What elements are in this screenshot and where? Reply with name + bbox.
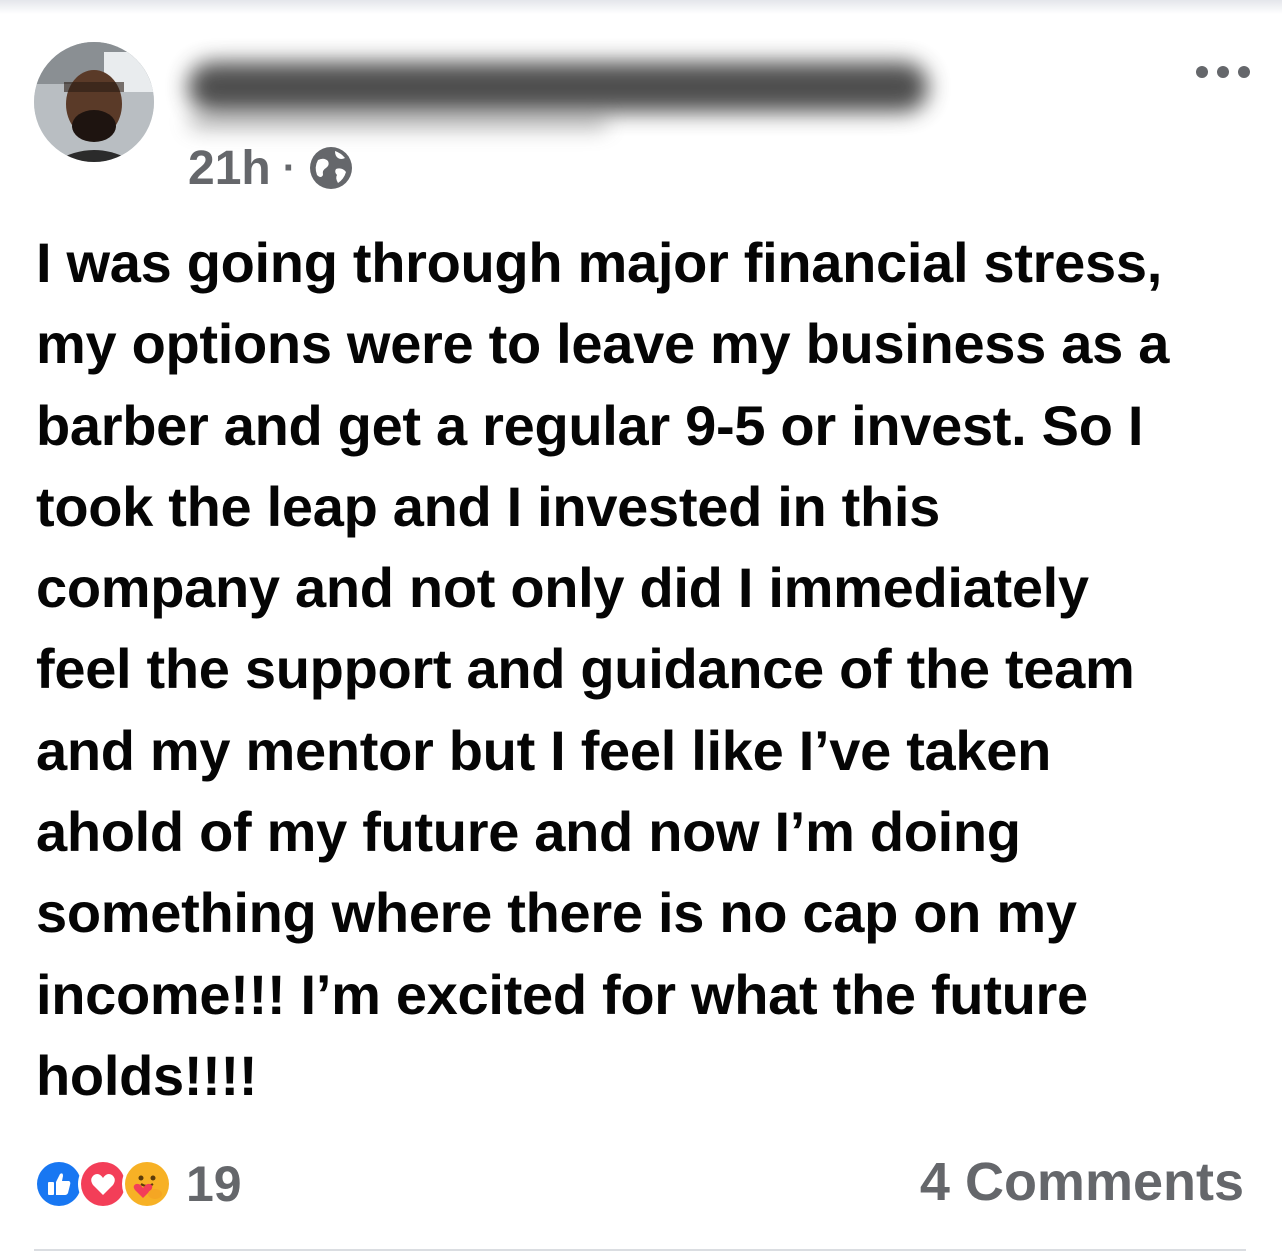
more-dot (1217, 66, 1229, 78)
reaction-count: 19 (186, 1156, 242, 1212)
like-icon (34, 1159, 84, 1209)
post-meta: 21h · (188, 140, 354, 196)
more-dot (1238, 66, 1250, 78)
author-name-redacted-shadow (188, 114, 608, 130)
post-body-text: I was going through major financial stre… (36, 231, 1170, 1107)
reactions-summary[interactable]: 19 (34, 1156, 242, 1212)
post-timestamp[interactable]: 21h (188, 141, 271, 196)
meta-separator: · (282, 145, 297, 190)
top-edge (0, 0, 1282, 14)
more-options-icon[interactable] (1196, 60, 1250, 84)
author-name-redacted[interactable] (188, 62, 928, 112)
comments-link[interactable]: 4 Comments (920, 1152, 1244, 1212)
globe-icon (308, 145, 354, 191)
love-icon (78, 1159, 128, 1209)
more-dot (1196, 66, 1208, 78)
author-avatar[interactable] (34, 42, 154, 162)
care-icon (122, 1159, 172, 1209)
footer-divider (34, 1249, 1246, 1251)
